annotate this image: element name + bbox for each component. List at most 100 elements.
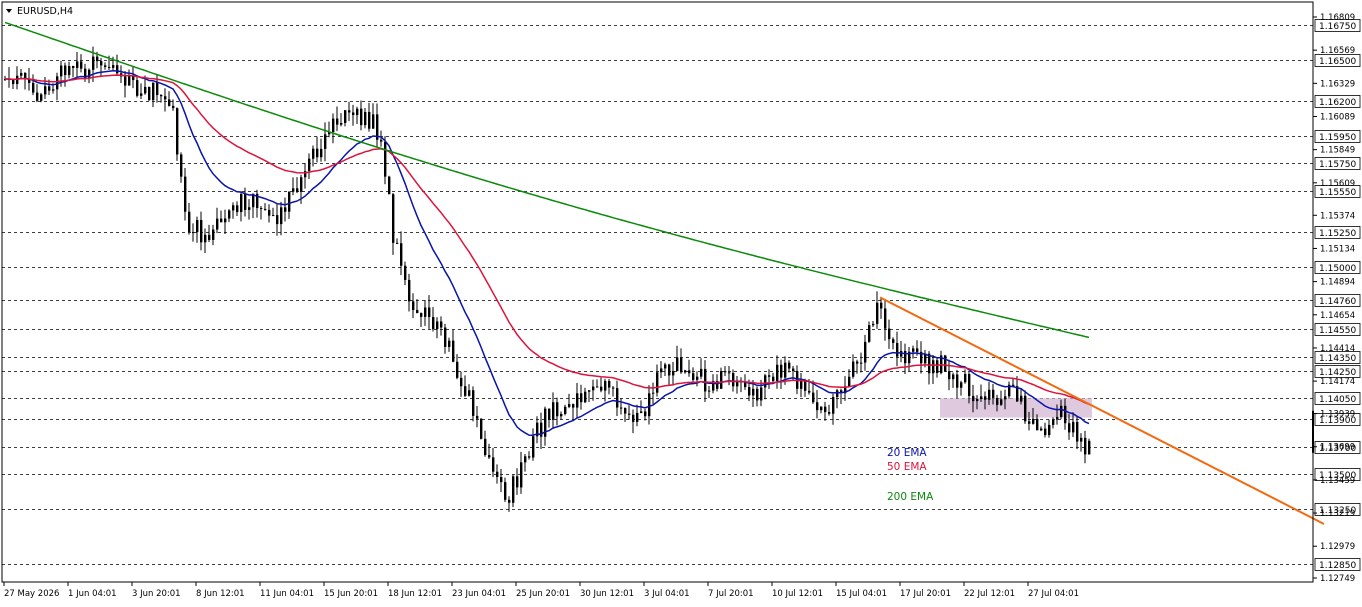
level-tag-text: 1.15550 <box>1319 188 1356 198</box>
candle <box>876 291 879 329</box>
candle <box>328 121 331 138</box>
candle-body <box>332 118 335 133</box>
candle <box>796 365 799 395</box>
candle <box>700 358 703 380</box>
candle-body <box>976 399 979 402</box>
candle <box>424 300 427 326</box>
candle-body <box>848 376 851 387</box>
level-price-tag: 1.16200 <box>1314 95 1361 108</box>
level-tag-text: 1.15250 <box>1319 229 1356 239</box>
candle-body <box>672 371 675 376</box>
candle-body <box>580 393 583 403</box>
candle-body <box>852 361 855 377</box>
candle <box>176 107 179 161</box>
candle <box>408 273 411 312</box>
ema200-line[interactable] <box>4 21 1090 339</box>
candle <box>132 65 135 89</box>
candle <box>920 341 923 374</box>
candle <box>180 152 183 183</box>
candle-body <box>276 215 279 225</box>
candle-body <box>80 61 83 69</box>
price-chart[interactable]: 1.16750 1.16500 1.16200 1.15950 1.15750 1.155… <box>0 0 1362 603</box>
candle-body <box>272 215 275 217</box>
candle-body <box>1072 421 1075 433</box>
candle <box>756 386 759 407</box>
candle-body <box>112 65 115 68</box>
candle <box>840 388 843 404</box>
candle <box>908 347 911 372</box>
candle-body <box>48 86 51 91</box>
candle-body <box>424 307 427 317</box>
candle <box>904 343 907 374</box>
candle-body <box>260 207 263 209</box>
symbol-dropdown-icon[interactable] <box>6 9 12 13</box>
candle-body <box>944 355 947 372</box>
candle <box>216 207 219 234</box>
candle <box>540 412 543 450</box>
candle <box>56 72 59 101</box>
candle-body <box>812 392 815 403</box>
ema20-line[interactable] <box>5 69 1090 436</box>
candle <box>868 321 871 343</box>
candle <box>764 373 767 400</box>
candle-body <box>320 148 323 158</box>
candle-body <box>180 154 183 177</box>
candle <box>852 354 855 379</box>
candle-body <box>612 387 615 389</box>
candle <box>860 352 863 373</box>
candle <box>872 321 875 327</box>
candle <box>432 307 435 332</box>
candle <box>1048 419 1051 438</box>
candle-body <box>416 309 419 314</box>
candle <box>636 404 639 427</box>
candle-body <box>688 370 691 374</box>
candle-body <box>176 108 179 155</box>
x-tick-label: 7 Jul 20:01 <box>708 589 754 599</box>
candle <box>896 331 899 367</box>
y-tick-label: 1.13219 <box>1320 509 1355 519</box>
candle <box>256 189 259 218</box>
ema-layer <box>4 21 1090 436</box>
candle-body <box>788 362 791 369</box>
candle <box>128 69 131 86</box>
candle <box>352 104 355 126</box>
candle-body <box>204 234 207 243</box>
candle-body <box>460 377 463 387</box>
candle <box>844 376 847 401</box>
candle-body <box>388 176 391 195</box>
candle-body <box>640 411 643 413</box>
level-tag-text: 1.14760 <box>1319 297 1356 307</box>
level-price-tag: 1.14550 <box>1314 323 1361 336</box>
candle <box>80 54 83 73</box>
candle-body <box>348 110 351 113</box>
candle-body <box>192 232 195 234</box>
candle-body <box>892 339 895 343</box>
candle-body <box>668 364 671 376</box>
candle <box>552 392 555 429</box>
level-tag-text: 1.16200 <box>1319 98 1356 108</box>
candle <box>832 393 835 425</box>
chart-area[interactable]: 1.16750 1.16500 1.16200 1.15950 1.15750 1.155… <box>0 0 1362 603</box>
candle <box>488 443 491 460</box>
candle <box>292 177 295 196</box>
candle-body <box>724 371 727 373</box>
candle <box>332 113 335 144</box>
candle <box>1044 422 1047 438</box>
candle-body <box>748 387 751 396</box>
candle-body <box>104 65 107 67</box>
candle-body <box>680 357 683 373</box>
candle-body <box>876 302 879 324</box>
candle <box>472 386 475 422</box>
candle <box>172 99 175 111</box>
candle-body <box>220 218 223 223</box>
candle <box>400 231 403 276</box>
candle-body <box>324 134 327 149</box>
candle-body <box>820 406 823 411</box>
candle <box>556 397 559 426</box>
candle <box>724 366 727 377</box>
candle <box>120 65 123 83</box>
level-tag-text: 1.16750 <box>1319 22 1356 32</box>
candle-body <box>212 229 215 240</box>
candle <box>496 464 499 484</box>
candle <box>632 409 635 434</box>
